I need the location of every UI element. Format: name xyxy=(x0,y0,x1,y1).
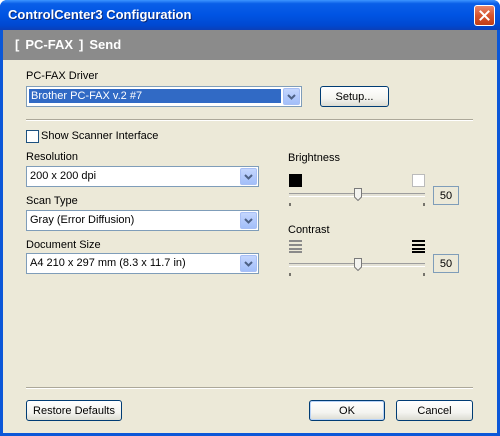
section-header: [ PC-FAX] Send xyxy=(3,30,497,60)
chevron-down-icon xyxy=(287,93,296,100)
setup-button[interactable]: Setup... xyxy=(320,86,389,107)
separator-top xyxy=(26,119,473,121)
chevron-down-icon xyxy=(244,173,253,180)
bracket-close: ] xyxy=(79,37,84,52)
resolution-select[interactable]: 200 x 200 dpi xyxy=(26,166,259,187)
header-tab-label: PC-FAX xyxy=(25,37,74,52)
scan-type-label: Scan Type xyxy=(26,195,78,207)
title-bar[interactable]: ControlCenter3 Configuration xyxy=(0,0,500,30)
separator-bottom xyxy=(26,387,473,389)
document-size-value: A4 210 x 297 mm (8.3 x 11.7 in) xyxy=(30,257,186,269)
chevron-down-icon xyxy=(244,260,253,267)
resolution-dropdown-arrow[interactable] xyxy=(240,168,257,185)
dialog-window: ControlCenter3 Configuration [ PC-FAX] Sen… xyxy=(0,0,500,436)
ok-button[interactable]: OK xyxy=(309,400,385,421)
restore-defaults-button[interactable]: Restore Defaults xyxy=(26,400,122,421)
window-title: ControlCenter3 Configuration xyxy=(8,7,192,22)
resolution-value: 200 x 200 dpi xyxy=(30,170,97,182)
section-header-text: [ PC-FAX] Send xyxy=(15,37,127,52)
brightness-label: Brightness xyxy=(288,152,340,164)
bracket-open: [ xyxy=(15,37,20,52)
document-size-label: Document Size xyxy=(26,239,101,251)
brightness-dark-icon xyxy=(289,174,302,187)
scan-type-dropdown-arrow[interactable] xyxy=(240,212,257,229)
resolution-label: Resolution xyxy=(26,151,78,163)
scan-type-select[interactable]: Gray (Error Diffusion) xyxy=(26,210,259,231)
contrast-slider-ticks xyxy=(289,273,425,276)
header-section-label: Send xyxy=(89,37,122,52)
contrast-value: 50 xyxy=(433,254,459,273)
driver-dropdown-arrow[interactable] xyxy=(283,88,300,105)
high-contrast-icon xyxy=(412,240,425,253)
driver-select[interactable]: Brother PC-FAX v.2 #7 xyxy=(26,86,302,107)
show-scanner-interface-label: Show Scanner Interface xyxy=(41,130,159,142)
brightness-slider-thumb[interactable] xyxy=(354,188,362,201)
document-size-dropdown-arrow[interactable] xyxy=(240,255,257,272)
contrast-label: Contrast xyxy=(288,224,330,236)
show-scanner-interface-checkbox[interactable] xyxy=(26,130,39,143)
dialog-body: [ PC-FAX] Send PC-FAX Driver Brother PC-FA… xyxy=(3,30,497,433)
contrast-slider-thumb[interactable] xyxy=(354,258,362,271)
brightness-light-icon xyxy=(412,174,425,187)
brightness-value: 50 xyxy=(433,186,459,205)
chevron-down-icon xyxy=(244,217,253,224)
close-icon xyxy=(479,10,490,21)
cancel-button[interactable]: Cancel xyxy=(396,400,473,421)
scan-type-value: Gray (Error Diffusion) xyxy=(30,214,135,226)
document-size-select[interactable]: A4 210 x 297 mm (8.3 x 11.7 in) xyxy=(26,253,259,274)
driver-value: Brother PC-FAX v.2 #7 xyxy=(29,89,281,103)
brightness-slider-ticks xyxy=(289,203,425,206)
low-contrast-icon xyxy=(289,240,302,253)
close-button[interactable] xyxy=(474,5,495,26)
driver-label: PC-FAX Driver xyxy=(26,70,99,82)
